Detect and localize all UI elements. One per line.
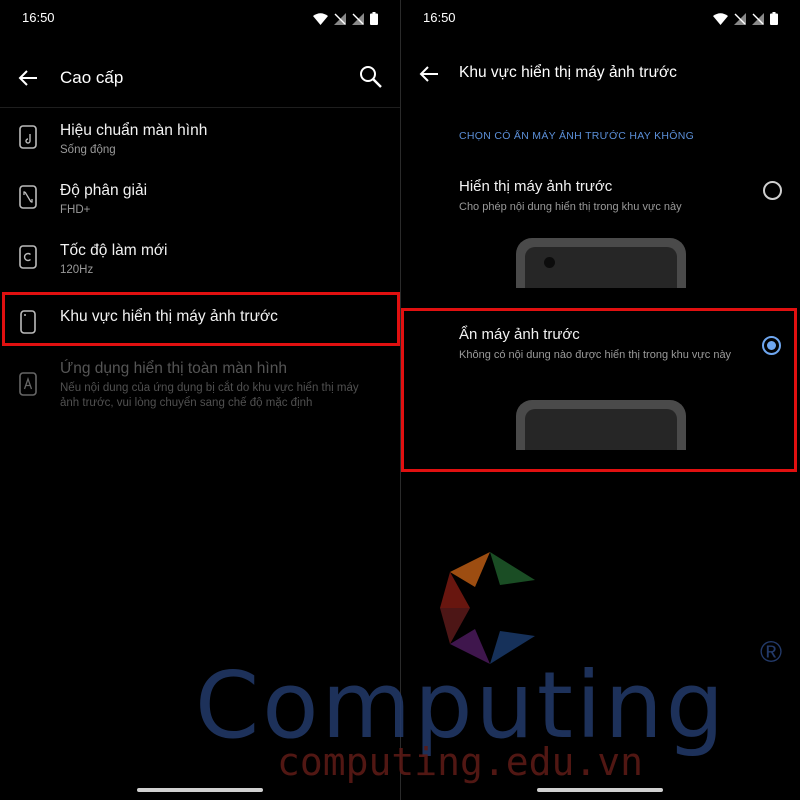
settings-item-subtitle: 120Hz (60, 264, 94, 276)
wifi-icon (313, 12, 328, 25)
settings-item-title: Độ phân giải (60, 182, 148, 199)
page-title: Cao cấp (60, 68, 124, 87)
phone-camera-visible-illustration (516, 238, 686, 288)
option-subtitle: Cho phép nội dung hiển thị trong khu vực… (459, 201, 682, 213)
gesture-handle (137, 788, 263, 792)
section-label: CHỌN CÓ ẨN MÁY ẢNH TRƯỚC HAY KHÔNG (459, 130, 695, 142)
status-time: 16:50 (423, 10, 456, 25)
app-bar: Cao cấp (0, 58, 400, 98)
settings-item-subtitle: Nếu nội dung của ứng dụng bị cắt do khu … (60, 382, 359, 409)
advanced-settings-screen: 16:50 Cao cấp Hiệu chuẩn màn hình Sống đ… (0, 0, 400, 800)
front-camera-area-screen: 16:50 Khu vực hiển thị máy ảnh trước CHỌ… (401, 0, 800, 800)
signal-off-icon (734, 12, 746, 25)
settings-item-resolution[interactable]: Độ phân giải FHD+ (0, 182, 400, 240)
signal-off-icon (334, 12, 346, 25)
resolution-icon (19, 185, 37, 209)
app-bar: Khu vực hiển thị máy ảnh trước (401, 54, 800, 94)
settings-item-display-calibration[interactable]: Hiệu chuẩn màn hình Sống động (0, 122, 400, 180)
settings-item-subtitle: Sống động (60, 144, 116, 156)
back-arrow-icon[interactable] (16, 66, 40, 90)
highlight-box (401, 308, 797, 472)
signal-off-icon (752, 12, 764, 25)
page-title: Khu vực hiển thị máy ảnh trước (459, 64, 677, 81)
display-calibration-icon (19, 125, 37, 149)
wifi-icon (713, 12, 728, 25)
settings-item-title: Ứng dụng hiển thị toàn màn hình (60, 360, 287, 377)
back-arrow-icon[interactable] (417, 62, 441, 86)
status-bar: 16:50 (423, 10, 778, 28)
settings-item-subtitle: FHD+ (60, 204, 91, 216)
battery-icon (770, 12, 778, 25)
status-bar: 16:50 (22, 10, 378, 28)
search-icon[interactable] (358, 64, 384, 90)
settings-item-title: Hiệu chuẩn màn hình (60, 122, 208, 139)
status-icons (313, 12, 378, 25)
option-title: Hiển thị máy ảnh trước (459, 178, 613, 195)
settings-item-title: Tốc độ làm mới (60, 242, 168, 259)
signal-off-icon (352, 12, 364, 25)
battery-icon (370, 12, 378, 25)
status-time: 16:50 (22, 10, 55, 25)
gesture-handle (537, 788, 663, 792)
settings-item-fullscreen-apps: Ứng dụng hiển thị toàn màn hình Nếu nội … (0, 360, 400, 418)
radio-show-front-camera[interactable] (763, 181, 782, 200)
highlight-box (2, 292, 400, 346)
refresh-rate-icon (19, 245, 37, 269)
camera-hole-icon (544, 257, 555, 268)
status-icons (713, 12, 778, 25)
fullscreen-app-icon (19, 372, 37, 396)
divider (0, 107, 400, 108)
